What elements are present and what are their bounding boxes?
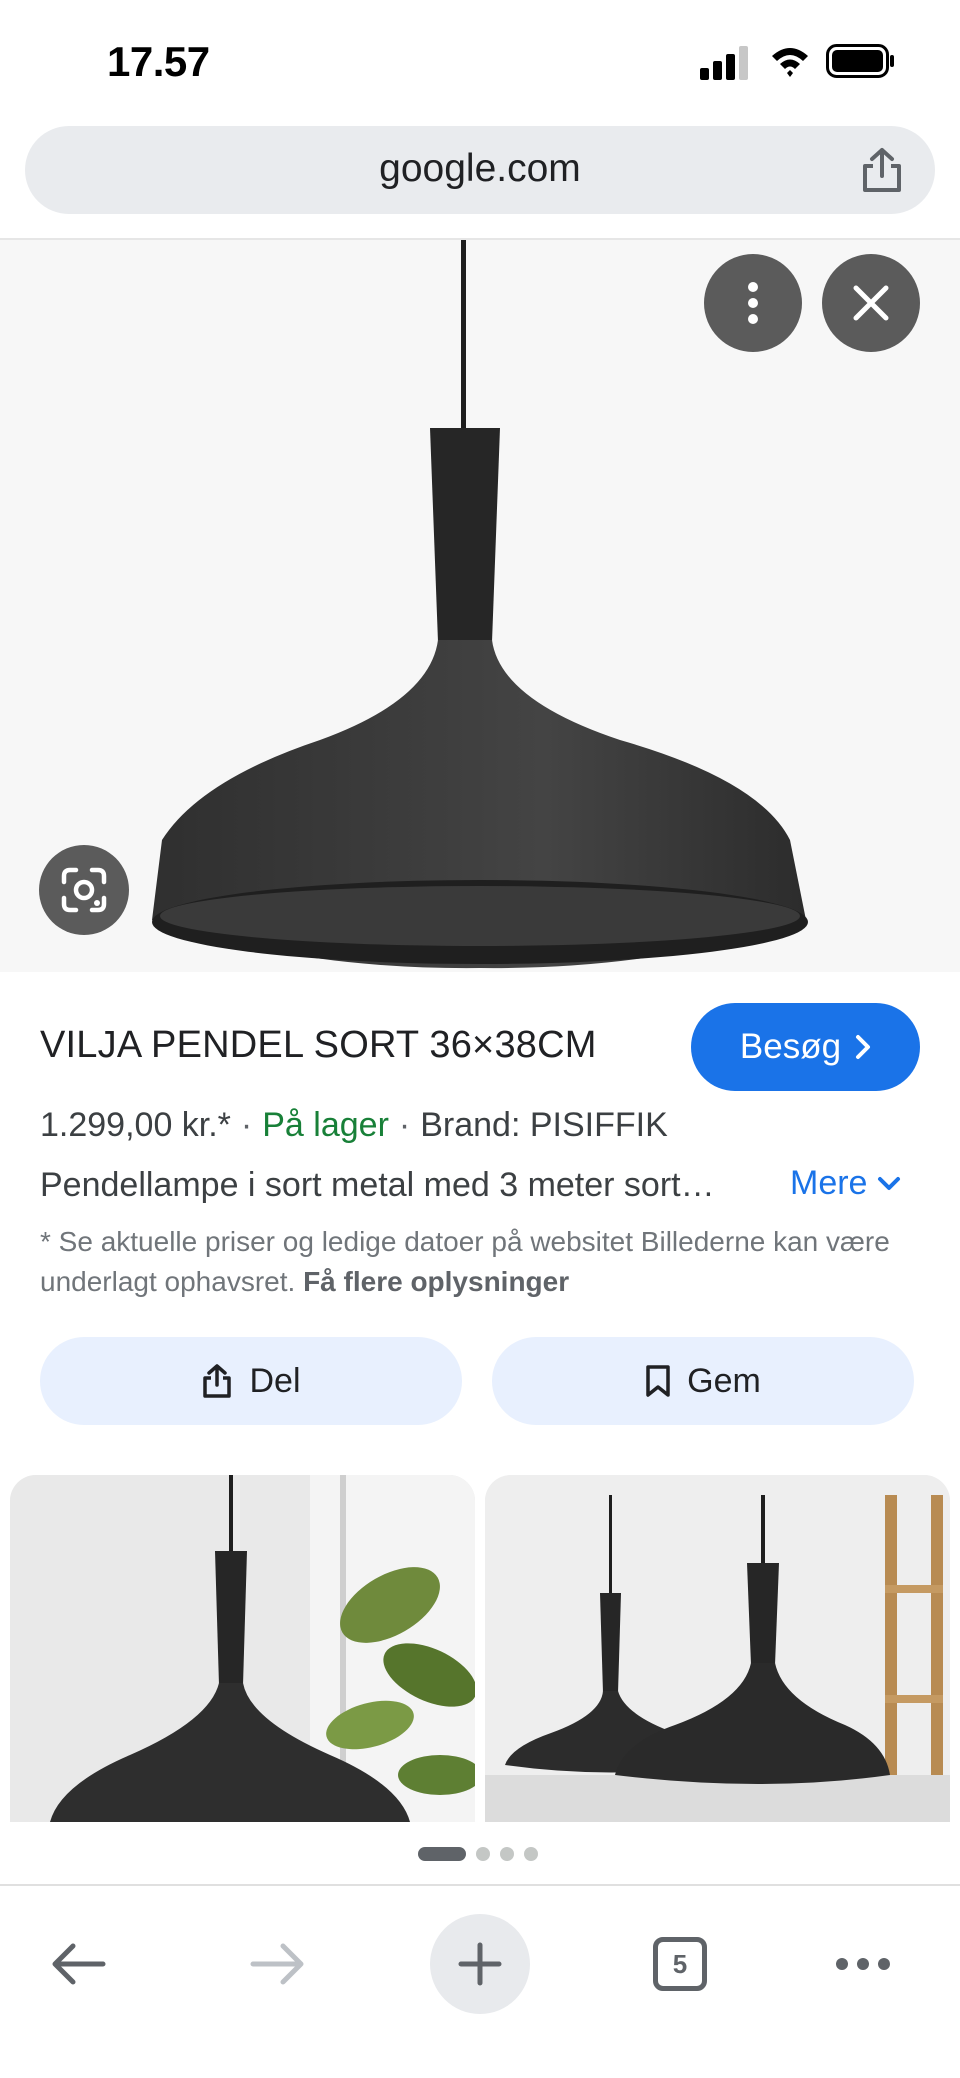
product-price: 1.299,00 kr.* [40,1106,231,1144]
arrow-right-icon [250,1943,304,1985]
product-title: VILJA PENDEL SORT 36×38CM [40,1024,597,1066]
tab-switcher-button[interactable]: 5 [630,1914,730,2014]
visit-label: Besøg [739,1027,842,1066]
new-tab-button[interactable] [430,1914,530,2014]
more-button[interactable]: Mere [790,1164,901,1203]
menu-button[interactable] [813,1914,913,2014]
carousel-dot [500,1847,514,1861]
carousel-indicator [418,1846,538,1862]
close-icon [853,285,889,321]
cellular-signal-icon [700,46,748,80]
more-horiz-icon [836,1958,890,1970]
product-description: Pendellampe i sort metal med 3 meter sor… [40,1166,715,1204]
more-info-link[interactable]: Få flere oplysninger [303,1266,569,1297]
more-vert-icon [748,282,758,324]
tab-count: 5 [653,1937,707,1991]
carousel-dot [476,1847,490,1861]
close-button[interactable] [822,254,920,352]
address-bar[interactable]: google.com [25,126,935,214]
share-button[interactable]: Del [40,1337,462,1425]
product-brand: Brand: PISIFFIK [420,1106,668,1144]
share-icon[interactable] [859,146,905,194]
separator: · [398,1106,411,1144]
save-button[interactable]: Gem [492,1337,914,1425]
chevron-down-icon [878,1176,901,1190]
google-lens-button[interactable] [39,845,129,935]
battery-icon [826,44,894,78]
separator: · [240,1106,253,1144]
stock-status: På lager [262,1106,389,1144]
carousel-dot [524,1847,538,1861]
related-image[interactable] [485,1475,950,1822]
lens-icon [61,867,107,913]
arrow-left-icon [52,1943,106,1985]
forward-button[interactable] [228,1914,328,2014]
more-label: Mere [790,1164,868,1202]
save-label: Gem [687,1361,761,1400]
status-time: 17.57 [107,38,210,85]
carousel-dot-active [418,1847,466,1861]
url-text[interactable]: google.com [25,147,935,191]
visit-button[interactable]: Besøg [691,1003,920,1091]
plus-icon [458,1942,502,1986]
more-options-button[interactable] [704,254,802,352]
wifi-icon [772,48,808,77]
bookmark-icon [646,1365,670,1397]
share-label: Del [249,1361,301,1400]
back-button[interactable] [28,1914,128,2014]
product-image[interactable] [0,240,960,972]
chevron-right-icon [856,1035,871,1059]
price-line: 1.299,00 kr.* · På lager · Brand: PISIFFIK [40,1106,668,1145]
share-icon [203,1364,232,1398]
status-bar: 17.57 [0,0,960,122]
browser-toolbar: 5 [0,1886,960,2078]
disclaimer: * Se aktuelle priser og ledige datoer på… [40,1222,920,1302]
related-image[interactable] [10,1475,475,1822]
